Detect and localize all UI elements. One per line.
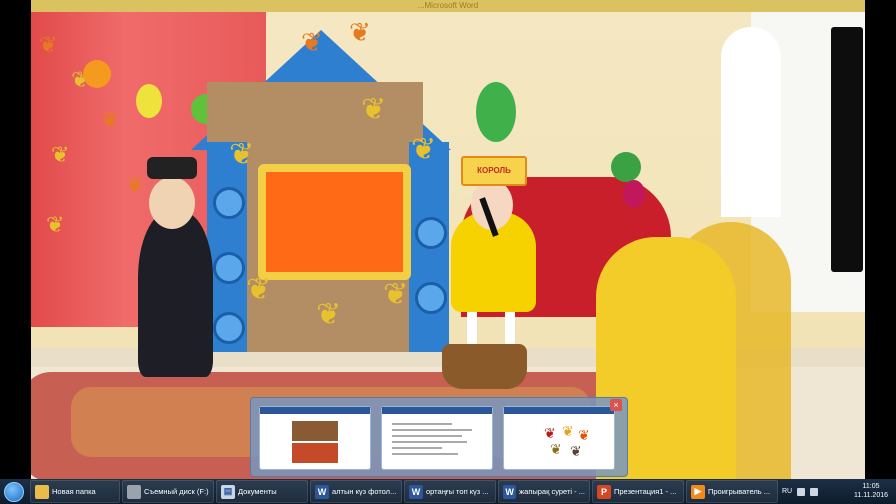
dark-leaf-icon: ❦ xyxy=(570,443,582,459)
taskbar-item-label: Проигрыватель ... xyxy=(708,487,771,496)
pear-decoration xyxy=(136,84,162,118)
media-player-icon: ▶ xyxy=(691,484,705,499)
crown-hat-text: КОРОЛЬ xyxy=(477,166,511,175)
orange-fruit-decoration xyxy=(83,60,111,88)
documents-icon: ▤ xyxy=(221,484,235,499)
maple-leaf-icon: ❦ xyxy=(51,142,70,167)
taskbar-item-presentation[interactable]: P Презентация1 - ... xyxy=(592,480,684,503)
maple-leaf-icon: ❦ xyxy=(101,107,120,132)
frog-decoration xyxy=(476,82,516,142)
beet-leaves-decoration xyxy=(611,152,641,182)
start-button[interactable] xyxy=(0,479,28,504)
taskbar-item-new-folder[interactable]: Новая папка xyxy=(30,480,120,503)
taskbar-item-label: ортаңғы топ күз ... xyxy=(426,487,489,496)
blue-swirl-decoration xyxy=(213,252,245,284)
taskbar-item-label: Документы xyxy=(238,487,277,496)
document-text-line xyxy=(392,447,442,449)
television xyxy=(831,27,863,272)
word-ribbon xyxy=(382,407,492,414)
maple-leaf-icon: ❦ xyxy=(126,172,145,197)
document-text-line xyxy=(392,423,452,425)
document-text-line xyxy=(392,453,458,455)
document-text-line xyxy=(392,435,462,437)
blue-swirl-decoration xyxy=(213,312,245,344)
windows-logo-icon xyxy=(4,481,24,502)
system-tray: RU 11:05 11.11.2016 xyxy=(778,479,896,504)
word-ribbon xyxy=(504,407,614,414)
taskbar-item-label: Съемный диск (F:) xyxy=(144,487,209,496)
red-leaf-icon: ❦ xyxy=(544,425,556,441)
clock-date: 11.11.2016 xyxy=(854,492,888,499)
golden-leaf-icon: ❦ xyxy=(229,138,255,171)
basket xyxy=(442,344,527,389)
taskbar-thumbnail-popup: ❦ ❦ ❦ ❦ ❦ × xyxy=(250,397,628,477)
photo-image-top xyxy=(292,421,338,441)
drive-icon xyxy=(127,484,141,499)
taskbar-item-removable-disk[interactable]: Съемный диск (F:) xyxy=(122,480,214,503)
taskbar-item-word-photos[interactable]: W алтын күз фотол... xyxy=(310,480,402,503)
thumbnail-photo-document[interactable] xyxy=(259,406,371,470)
powerpoint-icon: P xyxy=(597,484,611,499)
golden-leaf-icon: ❦ xyxy=(316,298,342,331)
golden-leaf-icon: ❦ xyxy=(246,273,272,306)
golden-leaf-icon: ❦ xyxy=(411,133,437,166)
taskbar-item-media-player[interactable]: ▶ Проигрыватель ... xyxy=(686,480,778,503)
teacher-figure xyxy=(721,27,781,217)
word-ribbon xyxy=(260,407,370,414)
word-icon: W xyxy=(409,484,423,499)
orange-leaf-icon: ❦ xyxy=(349,17,371,47)
document-text-line xyxy=(392,441,467,443)
blue-swirl-decoration xyxy=(213,187,245,219)
taskbar-item-word-middle-group[interactable]: W ортаңғы топ күз ... xyxy=(404,480,496,503)
photo-image-bottom xyxy=(292,443,338,463)
orange-leaf-icon: ❦ xyxy=(301,27,323,57)
thumbnail-close-icon[interactable]: × xyxy=(610,399,622,411)
taskbar: Новая папка Съемный диск (F:) ▤ Документ… xyxy=(0,479,896,504)
taskbar-item-documents[interactable]: ▤ Документы xyxy=(216,480,308,503)
clock[interactable]: 11:05 11.11.2016 xyxy=(854,482,888,500)
language-indicator[interactable]: RU xyxy=(782,488,792,495)
cat-hat xyxy=(147,157,197,179)
volume-icon[interactable] xyxy=(810,487,819,496)
taskbar-item-label: Новая папка xyxy=(52,487,96,496)
yellow-leaf-icon: ❦ xyxy=(562,423,574,439)
taskbar-item-label: жапырақ суреті - ... xyxy=(519,487,585,496)
golden-leaf-icon: ❦ xyxy=(361,93,387,126)
blue-swirl-decoration xyxy=(415,217,447,249)
document-text-line xyxy=(392,429,472,431)
blue-swirl-decoration xyxy=(415,282,447,314)
crown-hat: КОРОЛЬ xyxy=(461,156,527,186)
taskbar-item-word-leaf-picture[interactable]: W жапырақ суреті - ... xyxy=(498,480,590,503)
folder-icon xyxy=(35,484,49,499)
golden-leaf-icon: ❦ xyxy=(383,278,409,311)
taskbar-item-label: Презентация1 - ... xyxy=(614,487,677,496)
window-title-bar: ...Microsoft Word xyxy=(31,0,865,12)
taskbar-item-label: алтын күз фотол... xyxy=(332,487,397,496)
left-letterbox xyxy=(0,0,31,479)
beet-decoration xyxy=(623,180,645,208)
child-cat-face xyxy=(149,177,195,229)
thumbnail-text-document[interactable] xyxy=(381,406,493,470)
maple-leaf-icon: ❦ xyxy=(39,32,58,57)
network-icon[interactable] xyxy=(797,487,806,496)
thumbnail-leaves-document[interactable]: ❦ ❦ ❦ ❦ ❦ × xyxy=(503,399,622,470)
window-title: ...Microsoft Word xyxy=(417,1,479,10)
puppet-stage-window xyxy=(258,164,411,280)
child-cat-costume xyxy=(138,212,213,377)
word-icon: W xyxy=(315,484,329,499)
clock-time: 11:05 xyxy=(862,483,880,490)
brown-leaf-icon: ❦ xyxy=(550,441,562,457)
right-letterbox xyxy=(865,0,896,479)
word-icon: W xyxy=(503,484,517,499)
orange-leaf-icon: ❦ xyxy=(578,427,590,443)
maple-leaf-icon: ❦ xyxy=(46,212,65,237)
